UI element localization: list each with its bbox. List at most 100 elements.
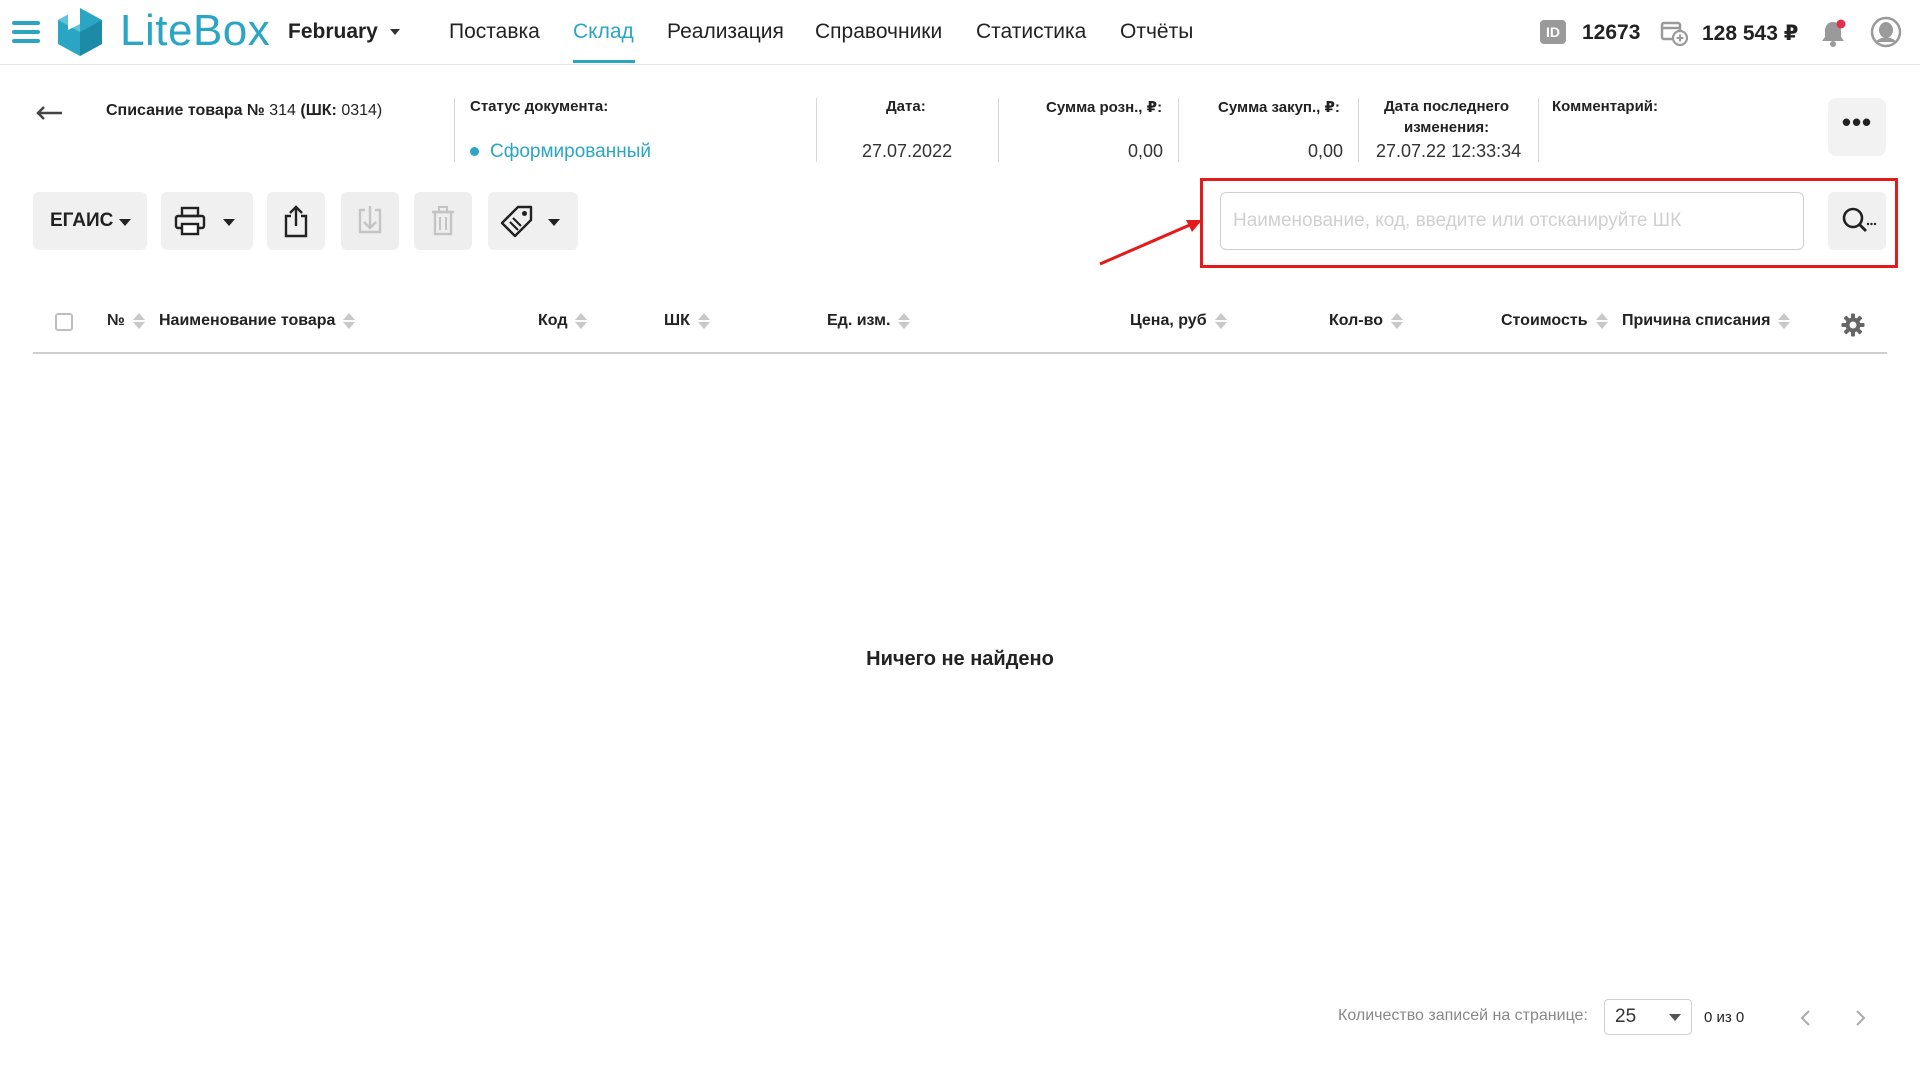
- column-label: Причина списания: [1622, 312, 1771, 330]
- document-barcode: 0314): [341, 102, 383, 119]
- header-divider: [1538, 98, 1539, 162]
- column-label: Наименование товара: [159, 312, 336, 330]
- empty-state-message: Ничего не найдено: [866, 648, 1054, 670]
- more-actions-button[interactable]: •••: [1828, 98, 1886, 156]
- nav-item-sales[interactable]: Реализация: [667, 20, 784, 44]
- date-value: 27.07.2022: [862, 141, 953, 161]
- nav-item-reports[interactable]: Отчёты: [1120, 20, 1193, 44]
- trash-icon: [432, 206, 454, 236]
- document-title-label: Списание товара №: [106, 102, 265, 119]
- column-write-off-reason[interactable]: Причина списания: [1622, 312, 1791, 330]
- column-barcode[interactable]: ШК: [664, 312, 710, 330]
- header-divider: [1178, 98, 1179, 162]
- egais-dropdown-button[interactable]: ЕГАИС: [33, 192, 147, 250]
- per-page-select[interactable]: 25: [1604, 999, 1692, 1035]
- nav-item-warehouse[interactable]: Склад: [573, 20, 634, 44]
- column-label: Ед. изм.: [827, 312, 891, 330]
- column-price[interactable]: Цена, руб: [1130, 312, 1227, 330]
- sort-icon: [697, 312, 710, 330]
- column-label: Стоимость: [1501, 312, 1588, 330]
- hamburger-menu-icon[interactable]: [12, 21, 40, 43]
- nav-item-statistics[interactable]: Статистика: [976, 20, 1086, 44]
- last-changed-label-line1: Дата последнего: [1384, 98, 1510, 115]
- column-product-name[interactable]: Наименование товара: [159, 312, 356, 330]
- sort-icon: [132, 312, 145, 330]
- import-icon: [358, 206, 382, 234]
- table-header: № Наименование товара Код ШК Ед. изм. Це…: [33, 300, 1887, 354]
- document-number: 314: [269, 102, 296, 119]
- purchase-sum-label: Сумма закуп., ₽:: [1218, 99, 1340, 116]
- column-label: Код: [538, 312, 568, 330]
- column-quantity[interactable]: Кол-во: [1329, 312, 1404, 330]
- import-button[interactable]: [341, 192, 399, 250]
- notification-bell-icon[interactable]: [1818, 18, 1848, 48]
- export-icon: [284, 205, 308, 238]
- header-divider: [454, 98, 455, 162]
- date-label: Дата:: [886, 98, 926, 115]
- select-all-checkbox[interactable]: [55, 313, 73, 331]
- export-button[interactable]: [267, 192, 325, 250]
- sort-icon: [898, 312, 911, 330]
- sort-icon: [1595, 312, 1608, 330]
- chevron-down-icon: [1669, 1014, 1681, 1021]
- retail-sum-label: Сумма розн., ₽:: [1046, 99, 1163, 116]
- column-label: Кол-во: [1329, 312, 1384, 330]
- price-tag-dropdown-button[interactable]: [488, 192, 578, 250]
- egais-label: ЕГАИС: [50, 210, 114, 231]
- account-id: 12673: [1582, 21, 1641, 44]
- last-changed-label-line2: изменения:: [1404, 119, 1490, 136]
- chevron-down-icon: [548, 219, 560, 226]
- nav-item-directories[interactable]: Справочники: [815, 20, 942, 44]
- wallet-add-icon[interactable]: [1660, 20, 1688, 46]
- header-divider: [998, 98, 999, 162]
- search-icon: [1842, 207, 1877, 232]
- search-input[interactable]: [1220, 192, 1804, 250]
- column-label: №: [107, 312, 125, 330]
- gear-icon[interactable]: [1841, 313, 1865, 337]
- sort-icon: [1214, 312, 1227, 330]
- per-page-label: Количество записей на странице:: [1338, 1007, 1588, 1024]
- sort-icon: [1778, 312, 1791, 330]
- next-page-icon[interactable]: [1850, 1008, 1870, 1028]
- company-selector[interactable]: February: [288, 20, 400, 44]
- sort-icon: [575, 312, 588, 330]
- price-tag-icon: [500, 205, 533, 238]
- user-avatar-icon[interactable]: [1870, 16, 1902, 48]
- chevron-down-icon: [119, 219, 131, 226]
- column-cost[interactable]: Стоимость: [1501, 312, 1608, 330]
- delete-button[interactable]: [414, 192, 472, 250]
- sort-icon: [343, 312, 356, 330]
- printer-icon: [174, 206, 206, 236]
- sort-icon: [1391, 312, 1404, 330]
- chevron-down-icon: [389, 29, 400, 36]
- company-name: February: [288, 20, 378, 43]
- page-info: 0 из 0: [1704, 1009, 1745, 1026]
- red-arrow-annotation: [1099, 220, 1202, 266]
- purchase-sum-value: 0,00: [1308, 141, 1344, 161]
- brand-name[interactable]: LiteBox: [120, 6, 270, 56]
- header-divider: [816, 98, 817, 162]
- litebox-logo-icon[interactable]: [54, 6, 106, 58]
- column-label: ШК: [664, 312, 690, 330]
- status-value[interactable]: Сформированный: [490, 141, 651, 163]
- header-divider: [1358, 98, 1359, 162]
- document-title: Списание товара № 314 (ШК: 0314): [106, 102, 382, 120]
- account-balance[interactable]: 128 543 ₽: [1702, 21, 1798, 46]
- column-label: Цена, руб: [1130, 312, 1207, 330]
- column-code[interactable]: Код: [538, 312, 588, 330]
- back-arrow-icon[interactable]: [34, 102, 64, 124]
- search-button[interactable]: [1828, 192, 1886, 250]
- retail-sum-value: 0,00: [1128, 141, 1164, 161]
- status-label: Статус документа:: [470, 98, 609, 115]
- nav-item-supply[interactable]: Поставка: [449, 20, 540, 44]
- per-page-value: 25: [1615, 1006, 1637, 1027]
- previous-page-icon[interactable]: [1796, 1008, 1816, 1028]
- comment-label: Комментарий:: [1552, 98, 1659, 115]
- column-unit[interactable]: Ед. изм.: [827, 312, 911, 330]
- document-barcode-label: (ШК:: [300, 102, 337, 119]
- column-number[interactable]: №: [107, 312, 145, 330]
- status-dot-icon: [470, 147, 479, 156]
- chevron-down-icon: [223, 219, 235, 226]
- print-dropdown-button[interactable]: [161, 192, 253, 250]
- last-changed-value: 27.07.22 12:33:34: [1376, 141, 1522, 161]
